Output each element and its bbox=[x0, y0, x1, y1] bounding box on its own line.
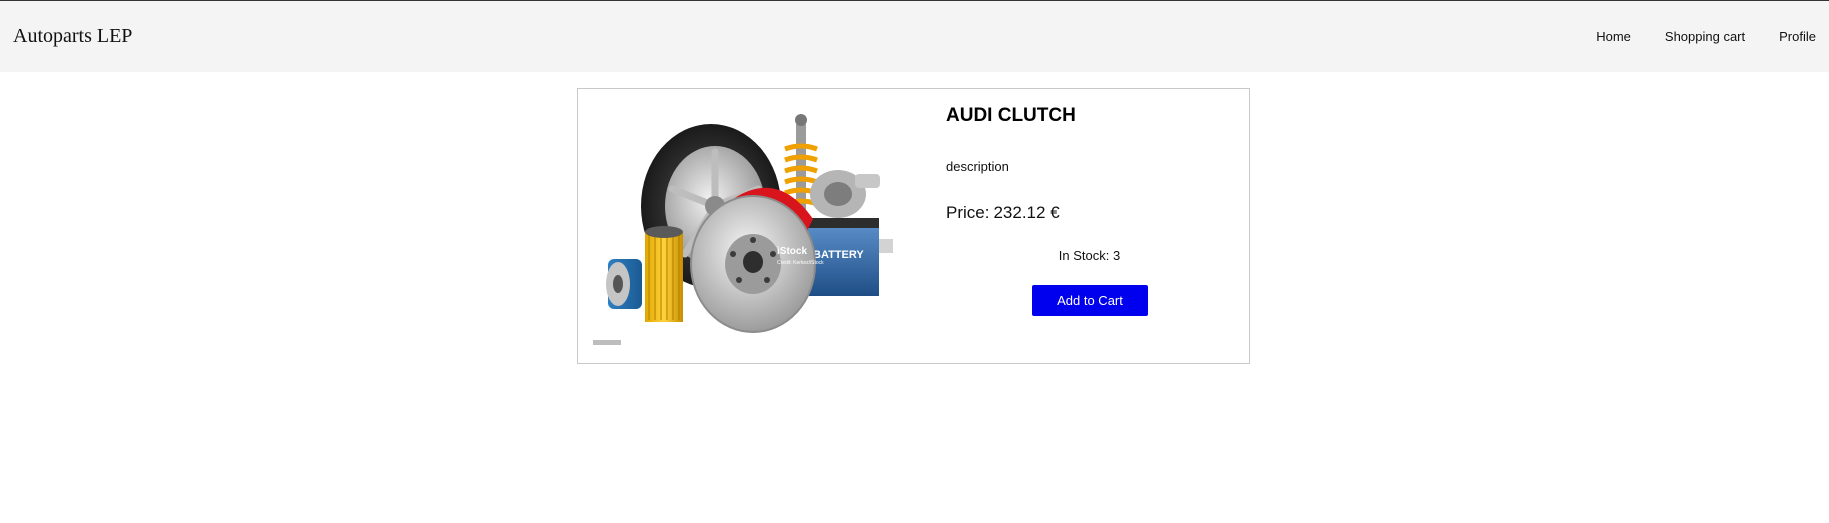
turbocharger-graphic bbox=[810, 170, 880, 218]
nav-links: Home Shopping cart Profile bbox=[1562, 29, 1816, 44]
product-card: BATTERY iStock Credit: Kerkez/iStock AUD… bbox=[577, 88, 1250, 364]
add-to-cart-button[interactable]: Add to Cart bbox=[1032, 285, 1148, 316]
nav-link-shopping-cart[interactable]: Shopping cart bbox=[1665, 29, 1745, 44]
product-title: AUDI CLUTCH bbox=[946, 105, 1076, 126]
stock-status: In Stock: 3 bbox=[946, 248, 1233, 263]
svg-text:Credit: Kerkez/iStock: Credit: Kerkez/iStock bbox=[777, 260, 824, 266]
fuel-filter-graphic bbox=[645, 226, 683, 322]
navbar: Autoparts LEP Home Shopping cart Profile bbox=[0, 1, 1829, 72]
price-label: Price: bbox=[946, 203, 990, 222]
nav-link-profile[interactable]: Profile bbox=[1779, 29, 1816, 44]
product-image: BATTERY iStock Credit: Kerkez/iStock bbox=[593, 114, 893, 345]
oil-filter-graphic bbox=[606, 259, 642, 309]
stock-label: In Stock: bbox=[1058, 248, 1110, 263]
price-value: 232.12 € bbox=[993, 203, 1060, 222]
nav-link-home[interactable]: Home bbox=[1596, 29, 1631, 44]
product-info: AUDI CLUTCH description Price: 232.12 € I… bbox=[946, 89, 1236, 363]
product-price: Price: 232.12 € bbox=[946, 203, 1060, 223]
product-description: description bbox=[946, 159, 1009, 174]
brand-logo-text[interactable]: Autoparts LEP bbox=[13, 25, 132, 48]
stock-count: 3 bbox=[1112, 248, 1121, 263]
svg-text:iStock: iStock bbox=[777, 246, 807, 257]
